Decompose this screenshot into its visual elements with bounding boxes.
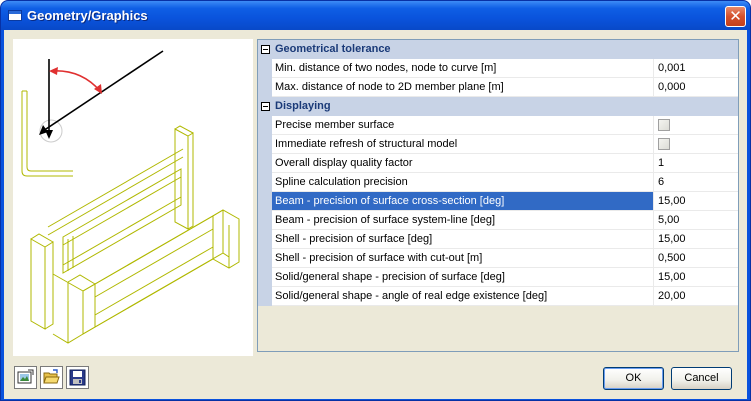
property-value[interactable]	[654, 116, 738, 135]
property-value[interactable]: 15,00	[654, 230, 738, 249]
property-value[interactable]: 6	[654, 173, 738, 192]
row-gutter	[258, 249, 272, 268]
picture-button[interactable]	[14, 366, 37, 389]
collapse-toggle-icon[interactable]	[261, 45, 270, 54]
property-row[interactable]: Spline calculation precision 6	[258, 173, 738, 192]
property-row[interactable]: Beam - precision of surface system-line …	[258, 211, 738, 230]
precise-member-surface-checkbox[interactable]	[658, 119, 670, 131]
property-value[interactable]: 15,00	[654, 192, 738, 211]
window-title: Geometry/Graphics	[27, 8, 148, 23]
property-name: Shell - precision of surface [deg]	[272, 230, 654, 249]
property-row[interactable]: Shell - precision of surface [deg] 15,00	[258, 230, 738, 249]
picture-icon	[17, 369, 34, 384]
row-gutter	[258, 78, 272, 97]
property-row-selected[interactable]: Beam - precision of surface cross-sectio…	[258, 192, 738, 211]
property-value[interactable]: 0,500	[654, 249, 738, 268]
open-folder-icon	[43, 369, 60, 384]
property-name: Immediate refresh of structural model	[272, 135, 654, 154]
property-row[interactable]: Solid/general shape - precision of surfa…	[258, 268, 738, 287]
property-row[interactable]: Overall display quality factor 1	[258, 154, 738, 173]
save-button[interactable]	[66, 366, 89, 389]
property-name: Beam - precision of surface system-line …	[272, 211, 654, 230]
row-gutter	[258, 287, 272, 306]
property-value[interactable]: 15,00	[654, 268, 738, 287]
property-row[interactable]: Min. distance of two nodes, node to curv…	[258, 59, 738, 78]
geometry-preview-illustration	[21, 50, 240, 344]
property-name: Precise member surface	[272, 116, 654, 135]
property-value[interactable]: 0,001	[654, 59, 738, 78]
row-gutter	[258, 211, 272, 230]
property-row[interactable]: Solid/general shape - angle of real edge…	[258, 287, 738, 306]
row-gutter	[258, 230, 272, 249]
property-name: Solid/general shape - angle of real edge…	[272, 287, 654, 306]
property-name: Max. distance of node to 2D member plane…	[272, 78, 654, 97]
row-gutter	[258, 173, 272, 192]
category-label: Geometrical tolerance	[275, 43, 391, 55]
property-name: Solid/general shape - precision of surfa…	[272, 268, 654, 287]
property-row[interactable]: Shell - precision of surface with cut-ou…	[258, 249, 738, 268]
property-row[interactable]: Max. distance of node to 2D member plane…	[258, 78, 738, 97]
property-grid[interactable]: Geometrical tolerance Min. distance of t…	[257, 39, 739, 352]
property-name: Beam - precision of surface cross-sectio…	[272, 192, 654, 211]
property-value[interactable]: 20,00	[654, 287, 738, 306]
close-button[interactable]: ✕	[725, 6, 746, 27]
row-gutter	[258, 116, 272, 135]
save-disk-icon	[69, 369, 86, 386]
row-gutter	[258, 59, 272, 78]
row-gutter	[258, 268, 272, 287]
title-bar[interactable]: Geometry/Graphics ✕	[1, 1, 750, 30]
row-gutter	[258, 192, 272, 211]
category-label: Displaying	[275, 100, 331, 112]
dialog-client-area: Geometrical tolerance Min. distance of t…	[4, 30, 747, 399]
collapse-toggle-icon[interactable]	[261, 102, 270, 111]
category-displaying[interactable]: Displaying	[258, 97, 738, 116]
property-name: Min. distance of two nodes, node to curv…	[272, 59, 654, 78]
cancel-button[interactable]: Cancel	[671, 367, 732, 390]
ok-button[interactable]: OK	[603, 367, 664, 390]
category-geometrical-tolerance[interactable]: Geometrical tolerance	[258, 40, 738, 59]
window-icon	[8, 10, 22, 21]
open-button[interactable]	[40, 366, 63, 389]
dialog-window: Geometry/Graphics ✕ Geometrical toleranc…	[0, 0, 751, 401]
immediate-refresh-checkbox[interactable]	[658, 138, 670, 150]
property-name: Spline calculation precision	[272, 173, 654, 192]
property-row[interactable]: Precise member surface	[258, 116, 738, 135]
property-value[interactable]: 0,000	[654, 78, 738, 97]
property-name: Overall display quality factor	[272, 154, 654, 173]
property-name: Shell - precision of surface with cut-ou…	[272, 249, 654, 268]
property-row[interactable]: Immediate refresh of structural model	[258, 135, 738, 154]
row-gutter	[258, 135, 272, 154]
property-value[interactable]: 1	[654, 154, 738, 173]
property-value[interactable]	[654, 135, 738, 154]
row-gutter	[258, 154, 272, 173]
property-grid-body: Geometrical tolerance Min. distance of t…	[258, 40, 738, 351]
preview-panel	[13, 39, 253, 356]
property-value[interactable]: 5,00	[654, 211, 738, 230]
